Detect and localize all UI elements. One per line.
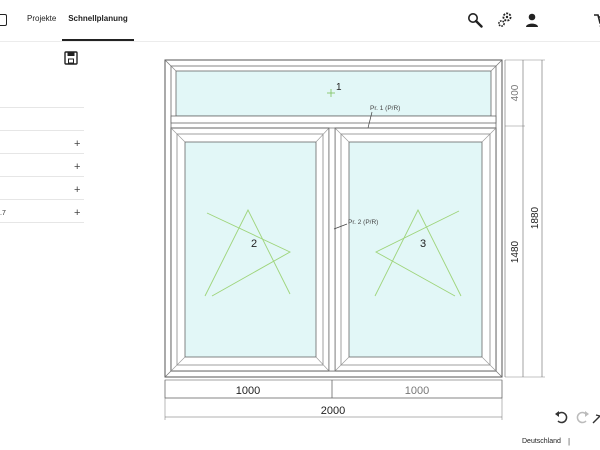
transom-profile[interactable] (170, 115, 497, 124)
dimension-col-right[interactable]: 1000 (405, 385, 429, 397)
dimension-col-left[interactable]: 1000 (236, 385, 260, 397)
dimension-total-width[interactable]: 2000 (321, 405, 345, 417)
dimension-box (164, 379, 503, 399)
dimension-total-height[interactable]: 1880 (530, 206, 541, 229)
mullion-profile[interactable] (328, 127, 336, 372)
redo-icon[interactable] (574, 409, 590, 425)
window-drawing[interactable]: 1 Pr. 1 (P/R) 2 3 Pr. 2 (P/R) 1000 1000 … (0, 0, 600, 450)
sash-label-2: 2 (251, 238, 257, 250)
sash-label-3: 3 (420, 238, 426, 250)
dimension-top-height[interactable]: 400 (510, 84, 521, 101)
footer-separator: | (568, 437, 571, 446)
dimension-bottom-height[interactable]: 1480 (510, 240, 521, 263)
right-glass-pane[interactable] (348, 141, 483, 358)
language-selector[interactable]: Deutschland (522, 438, 561, 445)
sash-label-1: 1 (336, 82, 342, 93)
undo-icon[interactable] (554, 409, 570, 425)
close-icon[interactable] (592, 409, 600, 425)
top-glass-pane[interactable] (175, 70, 492, 117)
profile-label-2: Pr. 2 (P/R) (348, 219, 378, 226)
profile-label-1: Pr. 1 (P/R) (370, 105, 400, 112)
